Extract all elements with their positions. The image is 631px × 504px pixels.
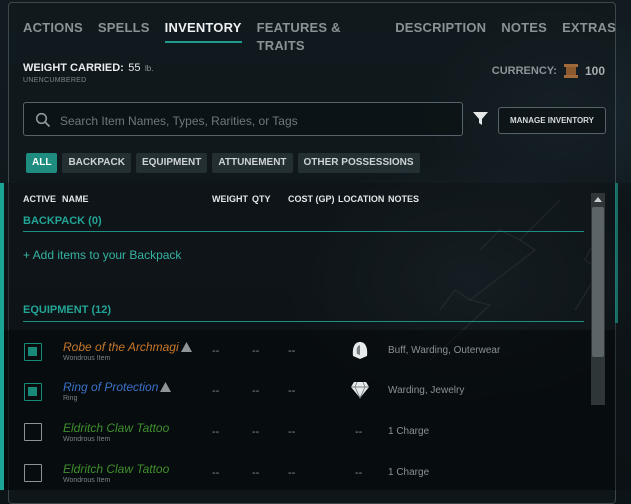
equipment-row[interactable]: Ring of Protection Ring -- -- -- Warding…	[0, 373, 590, 413]
tab-description[interactable]: DESCRIPTION	[395, 19, 486, 41]
table-scrollbar[interactable]	[591, 193, 605, 405]
active-checkbox[interactable]	[24, 383, 42, 401]
scroll-up-arrow-icon[interactable]	[594, 197, 602, 202]
tab-actions[interactable]: ACTIONS	[23, 19, 83, 41]
column-qty[interactable]: QTY	[252, 194, 271, 204]
filter-equipment[interactable]: EQUIPMENT	[135, 153, 208, 173]
tab-features-traits[interactable]: FEATURES & TRAITS	[257, 19, 381, 53]
currency[interactable]: CURRENCY: 100	[492, 63, 605, 78]
search-box	[23, 102, 463, 136]
column-name[interactable]: NAME	[62, 194, 89, 204]
item-qty: --	[252, 345, 260, 357]
item-type: Wondrous Item	[63, 355, 111, 362]
cloak-icon[interactable]	[350, 340, 370, 360]
column-notes[interactable]: NOTES	[388, 194, 419, 204]
item-qty: --	[252, 385, 260, 397]
item-name[interactable]: Ring of Protection	[63, 380, 172, 394]
filter-all[interactable]: ALL	[26, 153, 58, 173]
equipment-section-title[interactable]: EQUIPMENT (12)	[23, 304, 111, 316]
tab-notes[interactable]: NOTES	[501, 19, 547, 41]
search-icon	[35, 112, 51, 128]
manage-inventory-button[interactable]: MANAGE INVENTORY	[498, 107, 606, 134]
weight-carried: WEIGHT CARRIED: 55 lb. UNENCUMBERED	[23, 58, 153, 84]
item-notes: Warding, Jewelry	[388, 385, 465, 396]
item-cost: --	[288, 345, 296, 357]
weight-label: WEIGHT CARRIED:	[23, 62, 124, 74]
equipment-divider	[23, 321, 584, 322]
active-checkbox[interactable]	[24, 343, 42, 361]
item-name[interactable]: Eldritch Claw Tattoo	[63, 462, 169, 476]
inventory-filter-bar: ALL BACKPACK EQUIPMENT ATTUNEMENT OTHER …	[26, 153, 420, 173]
filter-attunement[interactable]: ATTUNEMENT	[212, 153, 293, 173]
filter-icon[interactable]	[472, 110, 489, 127]
item-qty: --	[252, 467, 260, 479]
item-name-text[interactable]: Robe of the Archmagi	[63, 340, 179, 354]
equipment-row[interactable]: Eldritch Claw Tattoo Wondrous Item -- --…	[0, 414, 590, 454]
item-notes: Buff, Warding, Outerwear	[388, 345, 501, 356]
currency-label: CURRENCY:	[491, 64, 557, 77]
item-name-text[interactable]: Ring of Protection	[63, 380, 158, 394]
item-notes: 1 Charge	[388, 426, 430, 437]
column-location[interactable]: LOCATION	[338, 194, 384, 204]
weight-unit: lb.	[144, 64, 154, 73]
item-name[interactable]: Eldritch Claw Tattoo	[63, 421, 169, 435]
backpack-section-title[interactable]: BACKPACK (0)	[23, 215, 102, 227]
item-weight: --	[212, 467, 220, 479]
add-backpack-items-link[interactable]: + Add items to your Backpack	[23, 248, 181, 262]
weight-value: 55	[128, 62, 141, 74]
active-checkbox[interactable]	[24, 423, 42, 441]
tab-extras[interactable]: EXTRAS	[562, 19, 616, 41]
encumbrance-status: UNENCUMBERED	[23, 77, 87, 84]
equipment-row[interactable]: Robe of the Archmagi Wondrous Item -- --…	[0, 332, 590, 372]
item-qty: --	[252, 426, 260, 438]
table-right-accent	[615, 183, 618, 323]
equipment-row[interactable]: Eldritch Claw Tattoo Wondrous Item -- --…	[0, 455, 590, 495]
tab-bar: ACTIONS SPELLS INVENTORY FEATURES & TRAI…	[23, 19, 631, 53]
item-location[interactable]: --	[355, 467, 362, 479]
gem-icon[interactable]	[350, 381, 370, 399]
currency-amount: 100	[584, 63, 605, 78]
filter-backpack[interactable]: BACKPACK	[62, 153, 131, 173]
item-type: Wondrous Item	[63, 436, 111, 443]
column-cost[interactable]: COST (GP)	[288, 194, 335, 204]
item-name[interactable]: Robe of the Archmagi	[63, 340, 192, 354]
item-cost: --	[288, 426, 296, 438]
item-type: Wondrous Item	[63, 477, 111, 484]
coin-stack-icon	[563, 64, 578, 78]
item-notes: 1 Charge	[388, 467, 430, 478]
warning-icon	[180, 342, 192, 352]
column-active[interactable]: ACTIVE	[23, 194, 56, 204]
active-checkbox[interactable]	[24, 464, 42, 482]
search-input[interactable]	[58, 109, 458, 133]
backpack-divider	[23, 231, 584, 232]
item-cost: --	[288, 467, 296, 479]
item-weight: --	[212, 345, 220, 357]
tab-inventory[interactable]: INVENTORY	[164, 19, 242, 43]
item-location[interactable]: --	[355, 426, 362, 438]
item-cost: --	[288, 385, 296, 397]
filter-other-possessions[interactable]: OTHER POSSESSIONS	[297, 153, 420, 173]
item-weight: --	[212, 426, 220, 438]
warning-icon	[160, 382, 172, 392]
column-weight[interactable]: WEIGHT	[212, 194, 248, 204]
scrollbar-thumb[interactable]	[592, 207, 604, 357]
item-weight: --	[212, 385, 220, 397]
tab-spells[interactable]: SPELLS	[98, 19, 150, 41]
item-type: Ring	[63, 395, 78, 402]
